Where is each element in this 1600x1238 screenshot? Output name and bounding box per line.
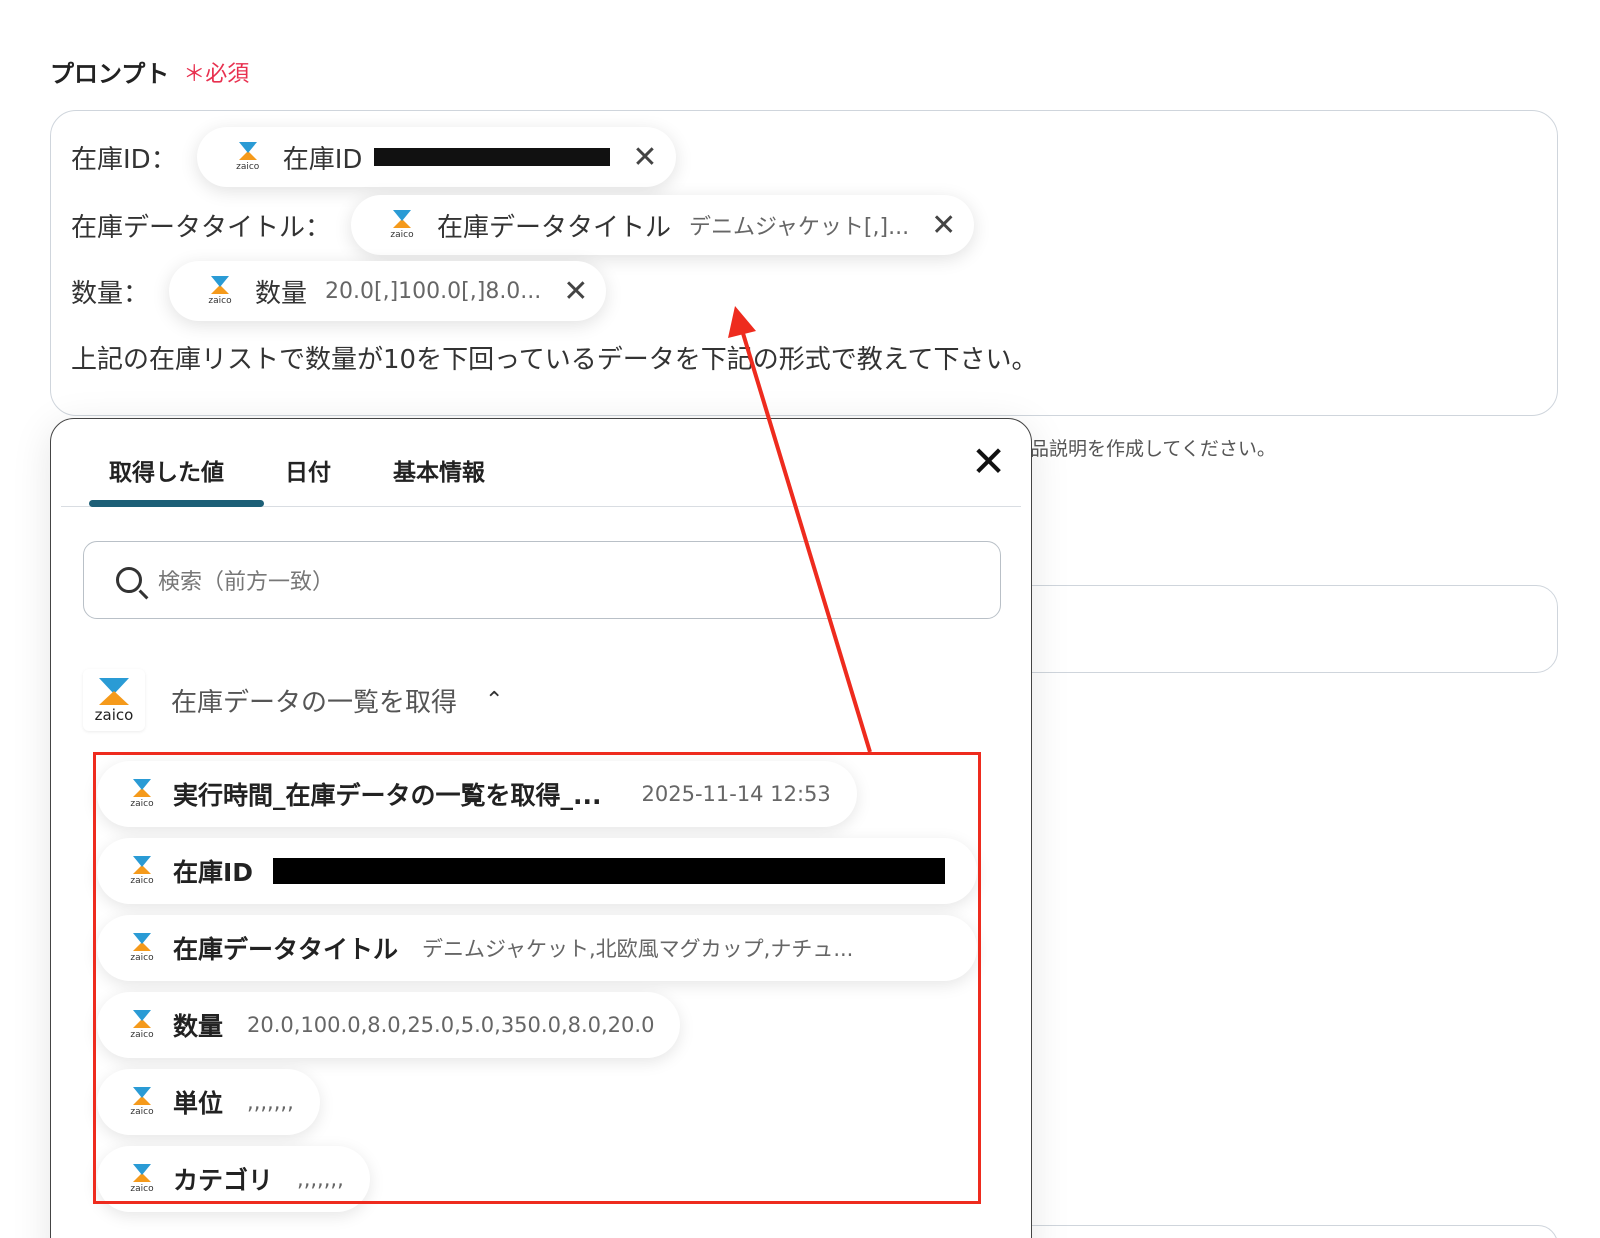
tab-date[interactable]: 日付 <box>285 453 331 487</box>
prompt-row-title: 在庫データタイトル： zaico 在庫データタイトル デニムジャケット[,]..… <box>71 195 975 255</box>
item-name: 実行時間_在庫データの一覧を取得_... <box>173 781 602 810</box>
chip-name: 数量 <box>255 278 308 309</box>
chip-close-icon[interactable]: ✕ <box>632 140 657 175</box>
variable-chip-title[interactable]: zaico 在庫データタイトル デニムジャケット[,]... ✕ <box>351 195 975 255</box>
chip-value: デニムジャケット[,]... <box>689 215 910 240</box>
zaico-logo-icon: zaico <box>83 669 145 731</box>
item-value: 2025-11-14 12:53 <box>641 782 831 806</box>
item-value: 20.0,100.0,8.0,25.0,5.0,350.0,8.0,20.0 <box>247 1013 655 1037</box>
zaico-icon: zaico <box>123 852 161 890</box>
required-badge: ＊必須 <box>183 61 250 87</box>
prompt-text: 上記の在庫リストで数量が10を下回っているデータを下記の形式で教えて下さい。 <box>71 345 1038 375</box>
variable-chip-quantity[interactable]: zaico 数量 20.0[,]100.0[,]8.0... ✕ <box>169 261 607 321</box>
value-item-category[interactable]: zaico カテゴリ ,,,,,,, <box>97 1146 370 1212</box>
zaico-icon: zaico <box>123 1083 161 1121</box>
value-list: zaico 実行時間_在庫データの一覧を取得_... 2025-11-14 12… <box>97 761 989 1223</box>
item-name: 在庫ID <box>173 858 254 887</box>
zaico-icon: zaico <box>201 272 240 310</box>
prompt-label: プロンプト <box>50 60 170 88</box>
redacted-value <box>374 148 611 166</box>
tab-basic-info[interactable]: 基本情報 <box>393 453 485 487</box>
prompt-textarea[interactable]: 在庫ID： zaico 在庫ID ✕ 在庫データタイトル： zaico 在庫デー… <box>50 110 1558 416</box>
item-value: ,,,,,,, <box>297 1167 344 1191</box>
chip-value: 20.0[,]100.0[,]8.0... <box>325 278 542 304</box>
item-name: カテゴリ <box>173 1166 274 1195</box>
zaico-icon: zaico <box>123 1160 161 1198</box>
field-hint-text: 品説明を作成してください。 <box>1030 438 1276 460</box>
zaico-icon: zaico <box>123 775 161 813</box>
zaico-icon: zaico <box>228 138 267 176</box>
background-input-field-2[interactable] <box>980 1225 1558 1238</box>
search-placeholder: 検索（前方一致） <box>158 570 335 595</box>
value-item-title[interactable]: zaico 在庫データタイトル デニムジャケット,北欧風マグカップ,ナチュ... <box>97 915 977 981</box>
item-name: 在庫データタイトル <box>173 935 399 964</box>
value-item-unit[interactable]: zaico 単位 ,,,,,,, <box>97 1069 320 1135</box>
prompt-row-quantity: 数量： zaico 数量 20.0[,]100.0[,]8.0... ✕ <box>71 261 607 321</box>
redacted-value <box>273 858 946 884</box>
chip-name: 在庫ID <box>282 144 363 175</box>
tab-bar: 取得した値 日付 基本情報 <box>61 419 1021 507</box>
item-name: 数量 <box>173 1012 224 1041</box>
prompt-label-row: プロンプト ＊必須 <box>50 54 249 89</box>
search-input[interactable]: 検索（前方一致） <box>83 541 1001 619</box>
group-header[interactable]: zaico 在庫データの一覧を取得 ⌃ <box>83 669 503 731</box>
zaico-icon: zaico <box>383 206 422 244</box>
chip-close-icon[interactable]: ✕ <box>931 208 956 243</box>
variable-chip-inventory-id[interactable]: zaico 在庫ID ✕ <box>196 127 676 187</box>
item-name: 単位 <box>173 1089 224 1118</box>
item-value: ,,,,,,, <box>247 1090 294 1114</box>
prompt-row-key: 数量： <box>71 278 150 309</box>
background-input-field[interactable] <box>980 585 1558 673</box>
zaico-icon: zaico <box>123 929 161 967</box>
variable-picker-panel: 取得した値 日付 基本情報 ✕ 検索（前方一致） zaico 在庫データの一覧を… <box>50 418 1032 1238</box>
value-item-quantity[interactable]: zaico 数量 20.0,100.0,8.0,25.0,5.0,350.0,8… <box>97 992 681 1058</box>
tab-acquired-values[interactable]: 取得した値 <box>109 453 224 487</box>
chevron-up-icon[interactable]: ⌃ <box>485 688 503 713</box>
close-icon[interactable]: ✕ <box>971 441 1006 483</box>
item-value: デニムジャケット,北欧風マグカップ,ナチュ... <box>422 937 854 961</box>
active-tab-indicator <box>89 500 264 507</box>
group-title: 在庫データの一覧を取得 <box>171 687 458 718</box>
value-item-execution-time[interactable]: zaico 実行時間_在庫データの一覧を取得_... 2025-11-14 12… <box>97 761 857 827</box>
search-icon <box>116 567 142 593</box>
prompt-row-key: 在庫データタイトル： <box>71 212 332 243</box>
prompt-row-key: 在庫ID： <box>71 144 177 175</box>
chip-close-icon[interactable]: ✕ <box>563 274 588 309</box>
value-item-inventory-id[interactable]: zaico 在庫ID <box>97 838 977 904</box>
prompt-row-inventory-id: 在庫ID： zaico 在庫ID ✕ <box>71 127 676 187</box>
zaico-icon: zaico <box>123 1006 161 1044</box>
chip-name: 在庫データタイトル <box>437 212 672 243</box>
